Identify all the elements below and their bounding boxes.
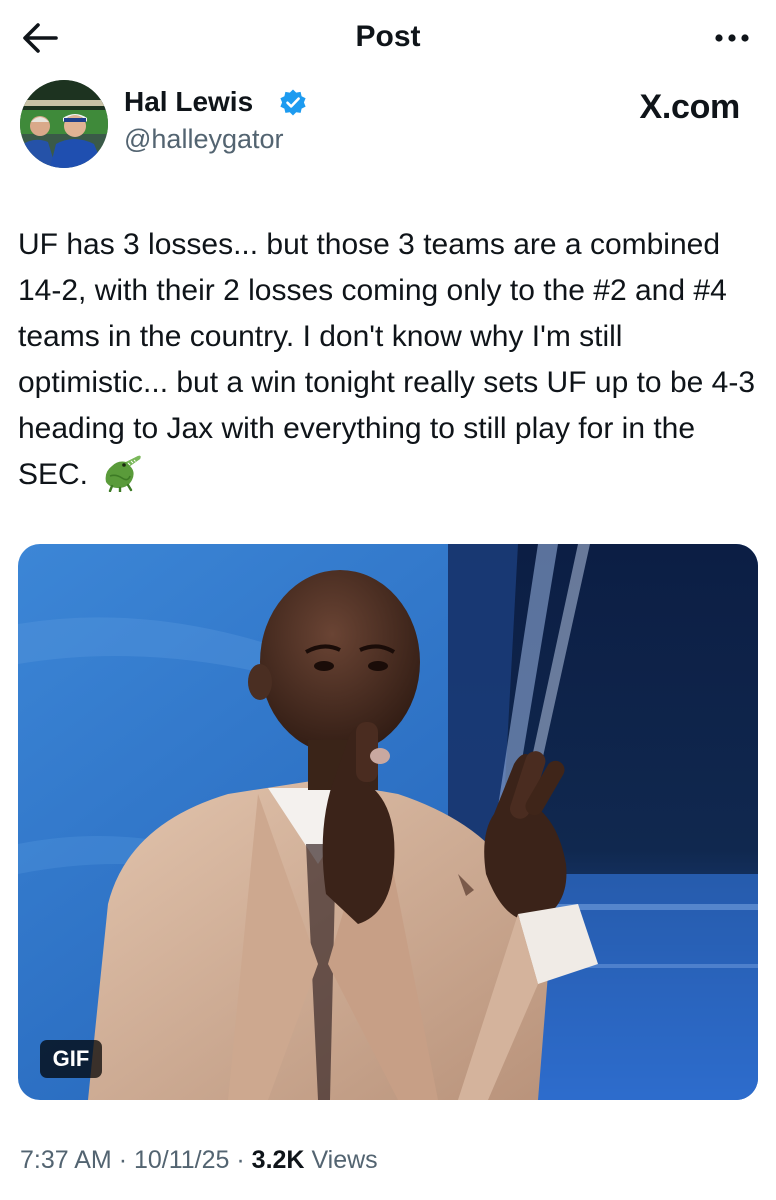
- post-media-gif[interactable]: GIF: [18, 544, 758, 1100]
- gif-image: [18, 544, 758, 1100]
- avatar-photo: [20, 80, 108, 168]
- verified-badge-icon: [280, 89, 306, 116]
- meta-separator: ·: [236, 1146, 245, 1174]
- top-bar: Post: [0, 0, 776, 76]
- post-metadata: 7:37 AM · 10/11/25 · 3.2K Views: [20, 1146, 378, 1175]
- more-button[interactable]: [708, 18, 756, 58]
- post-text: UF has 3 losses... but those 3 teams are…: [18, 222, 760, 498]
- author-handle[interactable]: @halleygator: [124, 124, 284, 155]
- more-horizontal-icon: [715, 34, 749, 42]
- post-date[interactable]: 10/11/25: [134, 1146, 229, 1174]
- author-display-name[interactable]: Hal Lewis: [124, 86, 253, 118]
- gif-badge: GIF: [40, 1040, 102, 1078]
- post-time[interactable]: 7:37 AM: [20, 1146, 112, 1174]
- post-author: Hal Lewis @halleygator X.com: [20, 80, 760, 170]
- crocodile-emoji: [105, 455, 142, 492]
- views-label: Views: [311, 1146, 378, 1174]
- meta-separator: ·: [118, 1146, 128, 1174]
- page-title: Post: [355, 20, 421, 53]
- views-count: 3.2K: [251, 1146, 305, 1174]
- avatar[interactable]: [20, 80, 108, 168]
- site-label: X.com: [639, 88, 740, 126]
